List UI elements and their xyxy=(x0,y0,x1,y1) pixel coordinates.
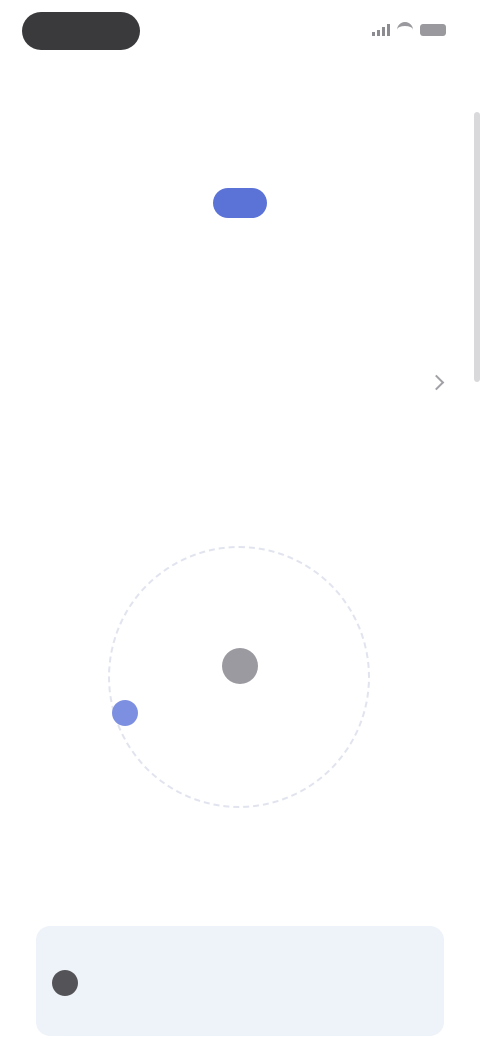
status-time-pill xyxy=(22,12,140,50)
chevron-right-icon xyxy=(428,374,445,390)
details-row-link[interactable] xyxy=(38,368,445,396)
coin-icon xyxy=(213,188,267,218)
info-icon xyxy=(52,970,78,996)
info-banner[interactable] xyxy=(36,926,444,1036)
user-icon xyxy=(222,648,258,684)
orbit-dot-icon xyxy=(112,700,138,726)
signal-icon xyxy=(372,23,390,36)
wifi-icon xyxy=(397,22,413,37)
battery-icon xyxy=(420,23,446,36)
status-bar xyxy=(0,0,480,70)
balance-block xyxy=(0,188,480,239)
status-icons xyxy=(372,22,446,37)
scrollbar[interactable] xyxy=(474,112,480,382)
